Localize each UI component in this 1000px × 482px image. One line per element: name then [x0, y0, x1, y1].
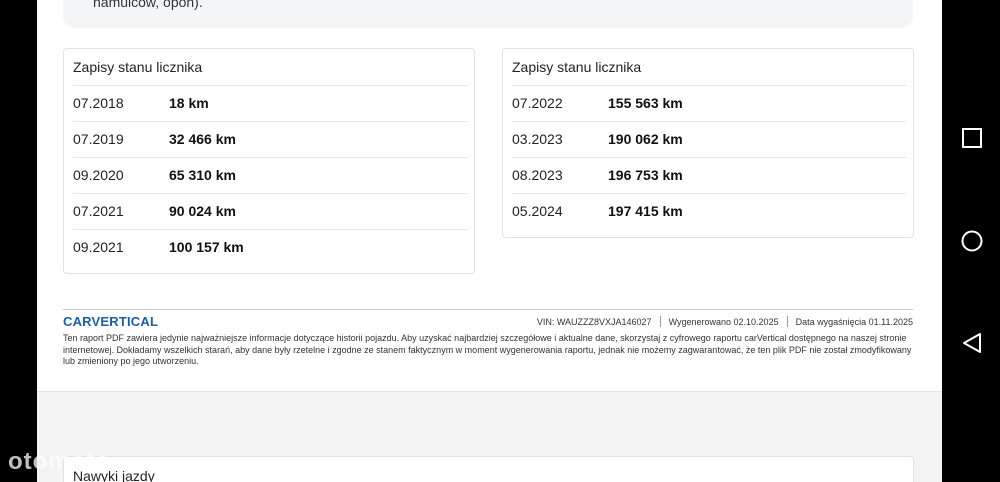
footer-divider	[63, 309, 913, 310]
previous-section-tail: hamulców, opon).	[93, 0, 203, 10]
odometer-km: 90 024 km	[169, 203, 236, 219]
odometer-card-title: Zapisy stanu licznika	[512, 59, 642, 75]
screen-left-edge	[0, 0, 37, 482]
expiry-date: Data wygaśnięcia 01.11.2025	[795, 316, 913, 327]
odometer-date: 07.2018	[73, 95, 124, 111]
table-row: 08.2023 196 753 km	[503, 157, 915, 193]
triangle-back-icon[interactable]	[961, 332, 983, 354]
report-page[interactable]: hamulców, opon). Zapisy stanu licznika 0…	[37, 0, 942, 482]
table-row: 09.2021 100 157 km	[64, 229, 476, 265]
table-row: 07.2021 90 024 km	[64, 193, 476, 229]
odometer-card-title: Zapisy stanu licznika	[73, 59, 203, 75]
odometer-date: 09.2020	[73, 167, 124, 183]
odometer-date: 07.2021	[73, 203, 124, 219]
driving-habits-card: Nawyki jazdy	[63, 456, 914, 482]
odometer-date: 07.2019	[73, 131, 124, 147]
odometer-km: 100 157 km	[169, 239, 244, 255]
android-nav-bar	[942, 0, 1000, 482]
table-row: 07.2019 32 466 km	[64, 121, 476, 157]
table-row: 05.2024 197 415 km	[503, 193, 915, 229]
table-row: 03.2023 190 062 km	[503, 121, 915, 157]
odometer-km: 32 466 km	[169, 131, 236, 147]
odometer-card-right: Zapisy stanu licznika 07.2022 155 563 km…	[502, 48, 914, 238]
square-recents-icon[interactable]	[961, 127, 983, 149]
odometer-km: 197 415 km	[608, 203, 683, 219]
odometer-km: 155 563 km	[608, 95, 683, 111]
odometer-card-left: Zapisy stanu licznika 07.2018 18 km 07.2…	[63, 48, 475, 274]
table-row: 09.2020 65 310 km	[64, 157, 476, 193]
table-row: 07.2022 155 563 km	[503, 85, 915, 121]
odometer-km: 196 753 km	[608, 167, 683, 183]
report-meta: VIN: WAUZZZ8VXJA146027 Wygenerowano 02.1…	[537, 316, 913, 327]
circle-home-icon[interactable]	[961, 230, 983, 252]
disclaimer-text: Ten raport PDF zawiera jedynie najważnie…	[63, 333, 912, 366]
report-sheet: hamulców, opon). Zapisy stanu licznika 0…	[37, 0, 942, 392]
carvertical-logo: CARVERTICAL	[63, 314, 159, 329]
odometer-km: 18 km	[169, 95, 209, 111]
odometer-date: 05.2024	[512, 203, 563, 219]
odometer-km: 190 062 km	[608, 131, 683, 147]
odometer-km: 65 310 km	[169, 167, 236, 183]
generated-date: Wygenerowano 02.10.2025	[668, 316, 779, 327]
odometer-date: 08.2023	[512, 167, 563, 183]
odometer-date: 03.2023	[512, 131, 563, 147]
vin-text: VIN: WAUZZZ8VXJA146027	[536, 316, 652, 327]
otomoto-watermark: otomoto	[8, 448, 111, 475]
table-row: 07.2018 18 km	[64, 85, 476, 121]
odometer-date: 07.2022	[512, 95, 563, 111]
odometer-date: 09.2021	[73, 239, 124, 255]
